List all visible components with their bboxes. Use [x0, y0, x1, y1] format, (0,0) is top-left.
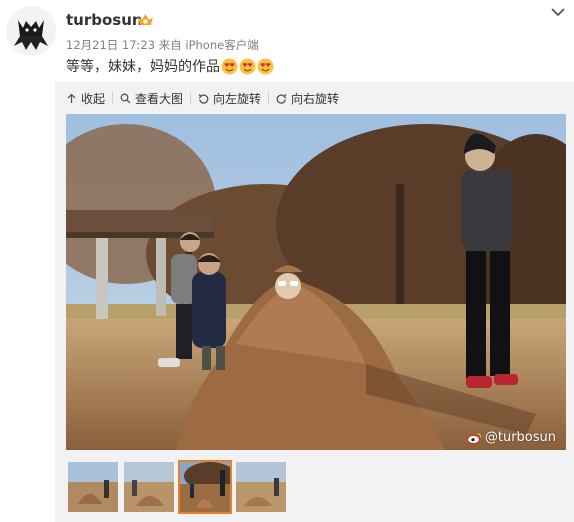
vip-badge-icon: [138, 14, 153, 25]
toolbar-divider: [268, 92, 270, 104]
rotate-right-icon: [276, 93, 287, 104]
view-large-label: 查看大图: [135, 91, 184, 106]
rotate-left-button[interactable]: 向左旋转: [198, 90, 261, 107]
rotate-left-label: 向左旋转: [213, 91, 262, 106]
post-source[interactable]: iPhone客户端: [185, 38, 258, 52]
chevron-down-icon[interactable]: [550, 6, 566, 18]
heart-eyes-emoji-icon: [221, 58, 238, 74]
thumbnail-1[interactable]: [68, 462, 118, 512]
magnifier-icon: [120, 93, 131, 103]
main-photo[interactable]: @turbosun: [66, 114, 566, 450]
photo-watermark: @turbosun: [466, 430, 556, 445]
heart-eyes-emoji-icon: [239, 58, 256, 74]
post-text-content: 等等，妹妹，妈妈的作品: [66, 59, 220, 75]
toolbar-divider: [190, 92, 192, 104]
post-meta: 12月21日 17:23 来自 iPhone客户端: [66, 37, 259, 53]
weibo-logo-icon: [466, 432, 482, 444]
thumbnail-3-selected[interactable]: [178, 460, 232, 514]
rotate-right-label: 向右旋转: [291, 91, 340, 106]
username[interactable]: turbosun: [66, 11, 143, 29]
post-date[interactable]: 12月21日 17:23: [66, 38, 155, 52]
collapse-button[interactable]: 收起: [66, 90, 105, 107]
watermark-text: @turbosun: [484, 430, 556, 445]
weibo-post: turbosun 12月21日 17:23 来自 iPhone客户端 等等，妹妹…: [0, 0, 574, 522]
leaf-pile-photo: [66, 114, 566, 450]
rotate-left-icon: [198, 93, 209, 104]
post-text: 等等，妹妹，妈妈的作品: [66, 56, 274, 76]
thumbnail-2[interactable]: [124, 462, 174, 512]
photo-toolbar: 收起 查看大图 向左旋转 向右旋转: [66, 90, 339, 106]
avatar[interactable]: [6, 6, 56, 56]
rotate-right-button[interactable]: 向右旋转: [276, 90, 339, 107]
thumbnail-strip: [68, 460, 292, 514]
source-prefix: 来自: [158, 38, 182, 52]
toolbar-divider: [112, 92, 114, 104]
view-large-button[interactable]: 查看大图: [120, 90, 183, 107]
heart-eyes-emoji-icon: [257, 58, 274, 74]
collapse-up-icon: [67, 93, 76, 103]
thumbnail-4[interactable]: [236, 462, 286, 512]
collapse-label: 收起: [81, 91, 106, 106]
